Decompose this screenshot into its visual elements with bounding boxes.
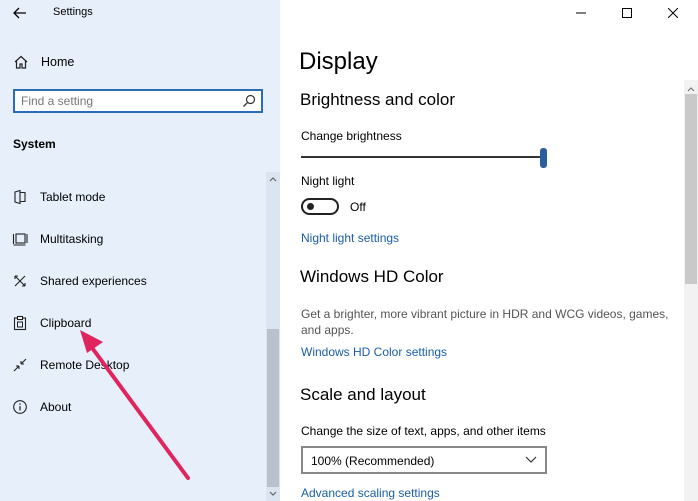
sidebar-item-remote-desktop[interactable]: Remote Desktop xyxy=(0,350,266,380)
section-label-system: System xyxy=(13,137,56,151)
clipboard-icon xyxy=(13,315,27,331)
sidebar-item-label: Home xyxy=(41,55,75,69)
sidebar-item-label: Tablet mode xyxy=(40,190,106,204)
sidebar-item-tablet-mode[interactable]: Tablet mode xyxy=(0,182,266,212)
sidebar-item-shared-experiences[interactable]: Shared experiences xyxy=(0,266,266,296)
hd-color-heading: Windows HD Color xyxy=(300,267,444,286)
tablet-mode-icon xyxy=(14,189,26,205)
sidebar-item-about[interactable]: About xyxy=(0,392,266,422)
maximize-icon xyxy=(622,8,632,18)
main-scrollbar[interactable] xyxy=(684,80,698,501)
close-icon xyxy=(668,8,678,18)
maximize-button[interactable] xyxy=(604,0,650,26)
scale-dropdown-value: 100% (Recommended) xyxy=(311,454,435,468)
sidebar-item-label: Clipboard xyxy=(40,316,92,330)
remote-desktop-icon xyxy=(13,358,27,372)
scroll-down-icon[interactable] xyxy=(268,489,278,499)
toggle-knob xyxy=(307,203,314,210)
back-arrow-icon xyxy=(13,7,26,19)
brightness-slider-thumb[interactable] xyxy=(540,148,547,168)
sidebar-item-label: Remote Desktop xyxy=(40,358,130,372)
night-light-state: Off xyxy=(350,200,366,214)
change-brightness-label: Change brightness xyxy=(301,129,402,143)
main-content: Display Brightness and color Change brig… xyxy=(280,0,698,501)
home-icon xyxy=(14,55,28,69)
sidebar: Settings Home System Tablet mode Multita… xyxy=(0,0,280,501)
search-input[interactable] xyxy=(21,93,231,109)
scroll-up-icon[interactable] xyxy=(686,84,696,94)
minimize-icon xyxy=(576,12,586,14)
chevron-down-icon xyxy=(525,456,537,463)
minimize-button[interactable] xyxy=(558,0,604,26)
advanced-scaling-link[interactable]: Advanced scaling settings xyxy=(301,486,440,500)
sidebar-item-label: About xyxy=(40,400,72,414)
sidebar-item-home[interactable]: Home xyxy=(0,48,266,76)
sidebar-scrollbar[interactable] xyxy=(266,172,280,501)
brightness-heading: Brightness and color xyxy=(300,90,455,109)
hd-color-description: Get a brighter, more vibrant picture in … xyxy=(301,307,669,337)
night-light-settings-link[interactable]: Night light settings xyxy=(301,231,399,245)
sidebar-item-label: Multitasking xyxy=(40,232,104,246)
sidebar-item-label: Shared experiences xyxy=(40,274,147,288)
change-size-label: Change the size of text, apps, and other… xyxy=(301,424,546,438)
app-title: Settings xyxy=(53,6,93,18)
scale-layout-heading: Scale and layout xyxy=(300,385,426,404)
brightness-slider-track[interactable] xyxy=(301,156,541,158)
scale-dropdown[interactable]: 100% (Recommended) xyxy=(301,446,547,474)
night-light-toggle[interactable] xyxy=(301,198,339,215)
window-controls xyxy=(558,0,698,26)
search-icon[interactable] xyxy=(242,94,256,108)
scroll-up-icon[interactable] xyxy=(268,174,278,184)
title-bar: Settings xyxy=(0,0,280,26)
back-button[interactable] xyxy=(10,4,30,22)
night-light-label: Night light xyxy=(301,174,355,188)
hd-color-settings-link[interactable]: Windows HD Color settings xyxy=(301,345,447,359)
shared-experiences-icon xyxy=(14,275,26,287)
sidebar-scrollbar-thumb[interactable] xyxy=(267,329,279,487)
brightness-slider[interactable] xyxy=(301,148,547,168)
main-scrollbar-thumb[interactable] xyxy=(685,94,697,284)
sidebar-item-clipboard[interactable]: Clipboard xyxy=(0,308,266,338)
multitasking-icon xyxy=(12,233,28,246)
close-button[interactable] xyxy=(650,0,696,26)
sidebar-item-multitasking[interactable]: Multitasking xyxy=(0,224,266,254)
page-title: Display xyxy=(299,48,378,75)
info-icon xyxy=(13,400,27,414)
search-box[interactable] xyxy=(13,89,263,113)
